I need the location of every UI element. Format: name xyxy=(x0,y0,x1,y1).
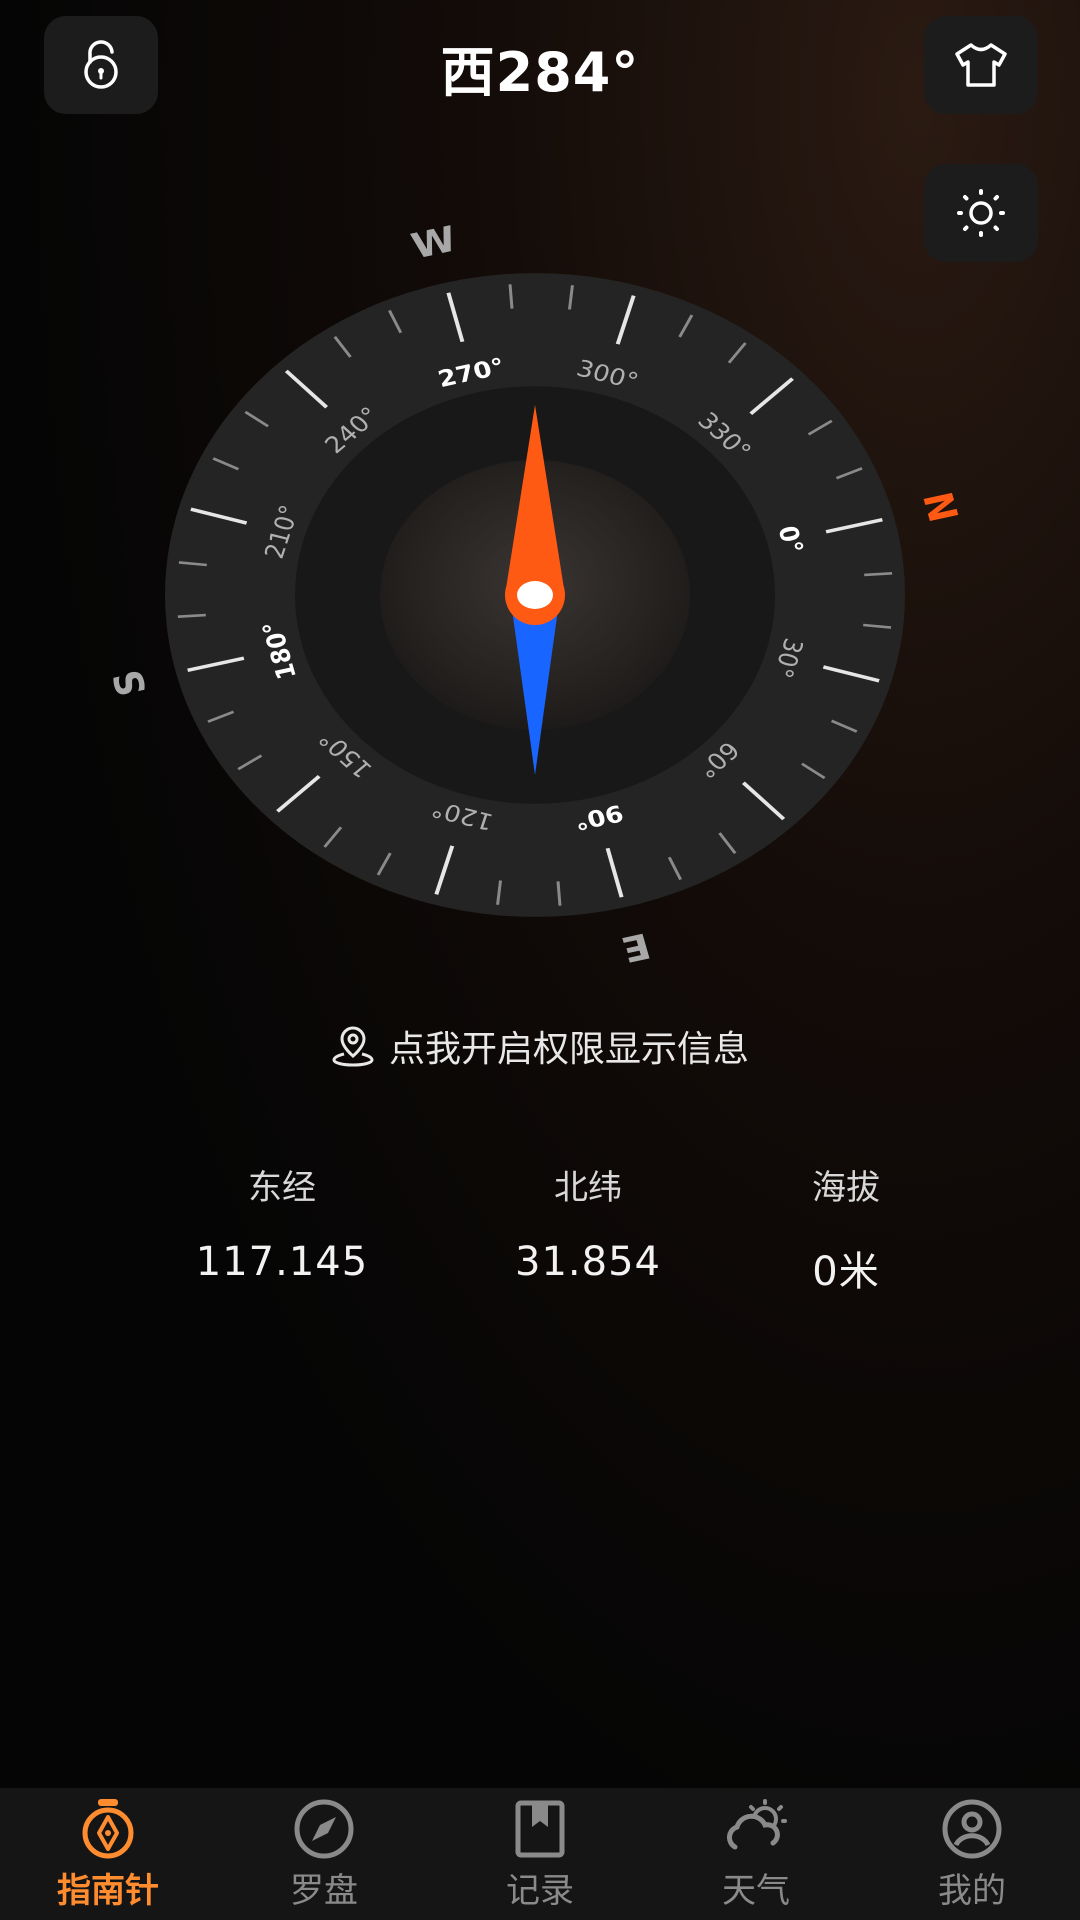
longitude-stat: 东经 117.145 xyxy=(152,1160,412,1285)
compass-dial: 0°30°60°90°120°150°180°210°240°270° 300°3… xyxy=(103,218,967,970)
permission-text: 点我开启权限显示信息 xyxy=(388,1029,749,1070)
theme-button[interactable] xyxy=(924,16,1038,114)
permission-prompt[interactable]: 点我开启权限显示信息 xyxy=(0,1020,1080,1072)
needle-pivot xyxy=(517,581,553,609)
cardinal-label-n: N xyxy=(913,488,967,526)
latitude-label: 北纬 xyxy=(554,1168,622,1208)
tab-compass-pin[interactable]: 指南针 xyxy=(8,1797,208,1912)
bottom-tab-bar: 指南针 罗盘 记录 天气 我的 xyxy=(0,1788,1080,1920)
location-pin-icon xyxy=(332,1026,374,1067)
minor-tick xyxy=(556,881,562,906)
compass-icon xyxy=(294,1799,354,1858)
altitude-label: 海拔 xyxy=(812,1168,880,1208)
longitude-label: 东经 xyxy=(248,1168,316,1208)
tab-records[interactable]: 记录 xyxy=(440,1797,640,1912)
minor-tick xyxy=(177,613,206,619)
altitude-value: 0米 xyxy=(812,1249,880,1295)
longitude-value: 117.145 xyxy=(195,1239,369,1285)
tab-profile[interactable]: 我的 xyxy=(872,1797,1072,1912)
tab-label: 天气 xyxy=(722,1870,790,1911)
cardinal-label-e: E xyxy=(617,925,655,970)
bookmark-icon xyxy=(515,1800,565,1857)
tshirt-icon xyxy=(955,43,1007,87)
weather-icon xyxy=(727,1798,787,1849)
tab-weather[interactable]: 天气 xyxy=(656,1797,856,1912)
minor-tick xyxy=(864,571,893,577)
latitude-stat: 北纬 31.854 xyxy=(458,1160,718,1285)
altitude-stat: 海拔 0米 xyxy=(716,1160,976,1297)
tab-compass[interactable]: 罗盘 xyxy=(224,1797,424,1912)
heading-title: 西284° xyxy=(440,41,640,104)
tab-label: 罗盘 xyxy=(290,1870,358,1911)
compass-pin-icon xyxy=(82,1798,134,1858)
cardinal-label-w: W xyxy=(407,218,461,267)
cardinal-label-s: S xyxy=(103,666,156,700)
tab-label: 我的 xyxy=(938,1870,1006,1911)
user-icon xyxy=(942,1799,1002,1858)
latitude-value: 31.854 xyxy=(515,1239,661,1285)
tab-label: 记录 xyxy=(506,1870,574,1911)
tab-label: 指南针 xyxy=(57,1870,159,1911)
minor-tick xyxy=(508,284,514,309)
